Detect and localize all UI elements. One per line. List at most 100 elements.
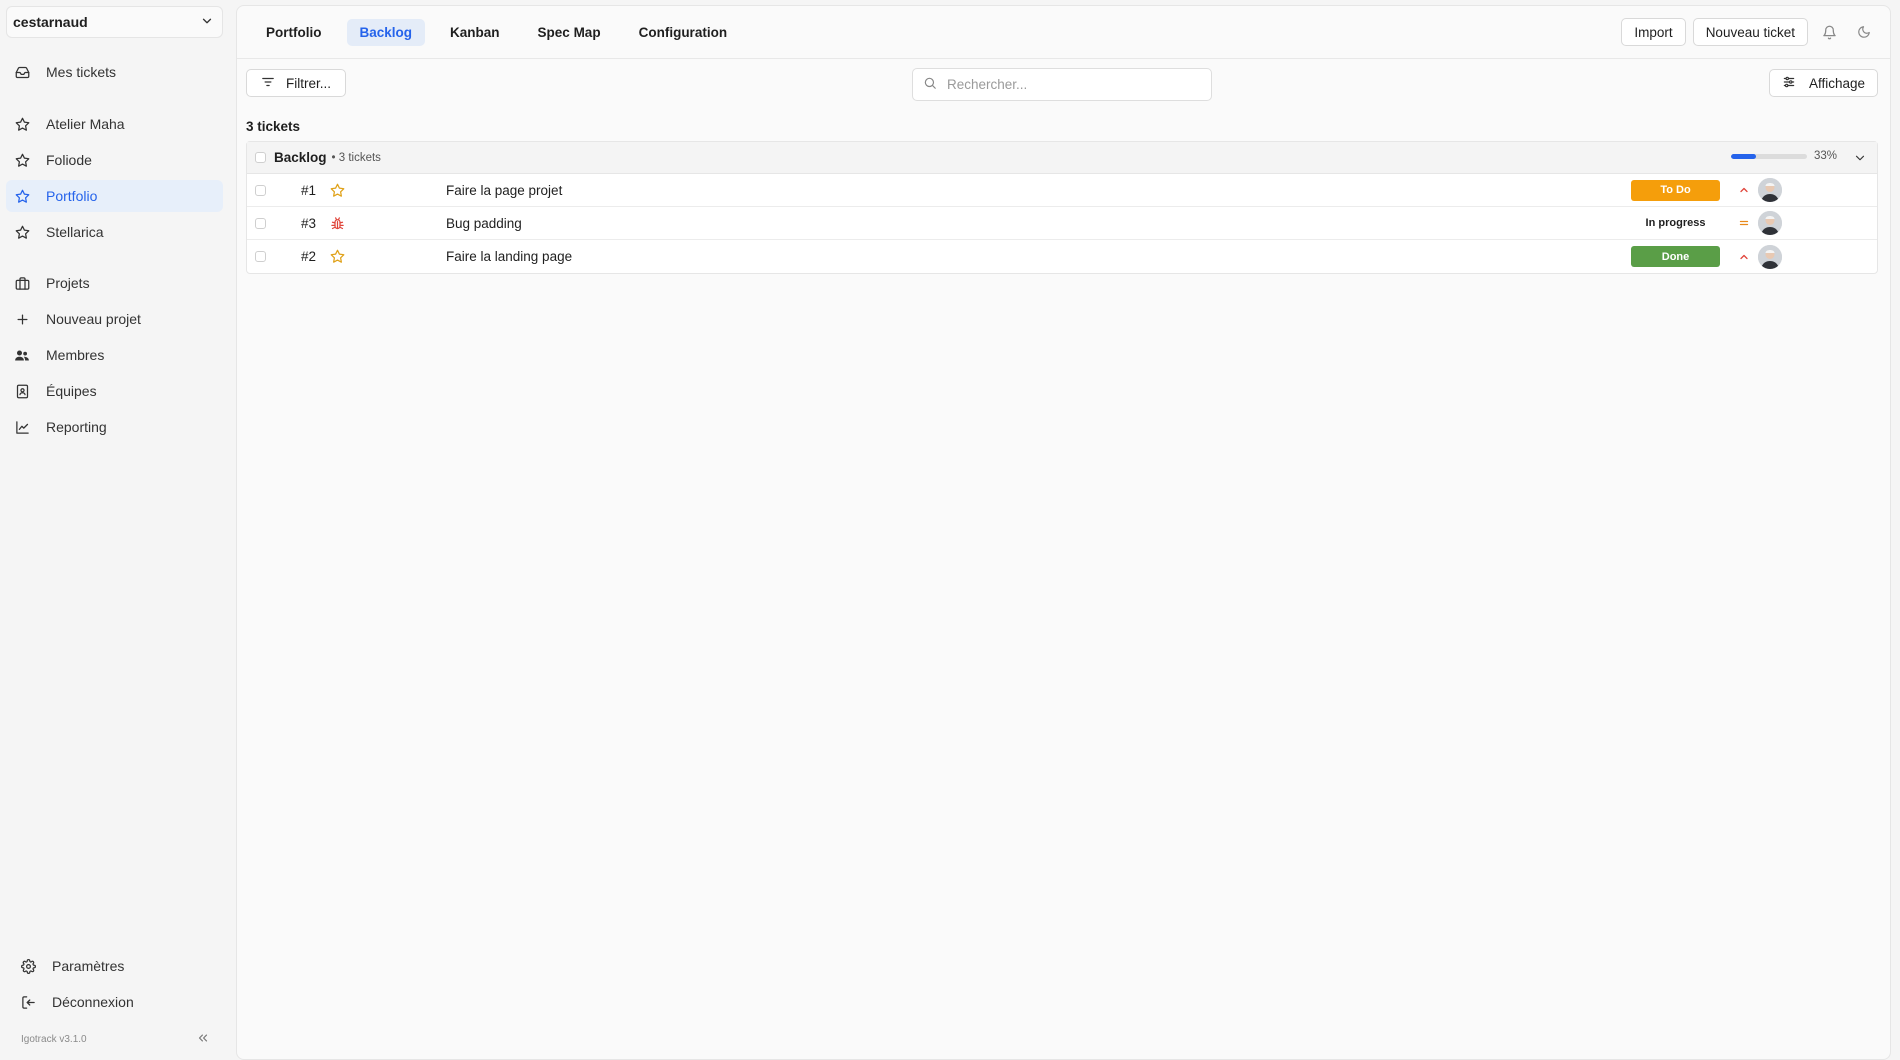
filter-button[interactable]: Filtrer... xyxy=(246,69,347,97)
header-actions: Import Nouveau ticket xyxy=(1621,18,1878,46)
tab-backlog[interactable]: Backlog xyxy=(346,18,426,46)
priority-medium-icon[interactable] xyxy=(1737,216,1751,230)
workspace-switcher[interactable]: cestarnaud xyxy=(6,6,223,38)
plus-icon xyxy=(14,311,30,327)
filter-icon xyxy=(261,75,275,92)
sidebar-item-parametres[interactable]: Paramètres xyxy=(12,950,222,982)
ticket-row[interactable]: #3 Bug padding In progress xyxy=(247,207,1877,240)
ticket-title: Bug padding xyxy=(446,215,522,231)
ticket-checkbox[interactable] xyxy=(255,251,266,262)
sidebar-item-mes-tickets[interactable]: Mes tickets xyxy=(6,56,223,88)
ticket-number: #1 xyxy=(300,182,316,198)
sidebar-admin: Projets Nouveau projet Membres Équipes R… xyxy=(6,267,223,443)
star-icon xyxy=(14,116,30,132)
star-icon xyxy=(326,182,348,198)
import-button[interactable]: Import xyxy=(1621,18,1686,46)
sidebar-item-label: Membres xyxy=(46,347,105,363)
bug-icon xyxy=(326,215,348,231)
status-badge[interactable]: Done xyxy=(1631,246,1720,267)
status-badge[interactable]: In progress xyxy=(1631,212,1720,234)
avatar[interactable] xyxy=(1758,211,1782,235)
sidebar-item-label: Déconnexion xyxy=(52,994,134,1010)
contacts-book-icon xyxy=(14,383,30,399)
sidebar-item-label: Nouveau projet xyxy=(46,311,141,327)
bell-icon[interactable] xyxy=(1815,18,1843,46)
line-chart-icon xyxy=(14,419,30,435)
gear-icon xyxy=(20,958,36,974)
priority-high-icon[interactable] xyxy=(1737,250,1751,264)
sidebar-favorites: Atelier Maha Foliode Portfolio Stellaric… xyxy=(6,108,223,248)
sidebar-item-label: Mes tickets xyxy=(46,64,117,80)
sidebar-item-label: Foliode xyxy=(46,152,92,168)
briefcase-icon xyxy=(14,275,30,291)
sidebar-item-foliode[interactable]: Foliode xyxy=(6,144,223,176)
sidebar-item-label: Reporting xyxy=(46,419,107,435)
group-progress: 33% xyxy=(1730,150,1837,162)
ticket-number: #2 xyxy=(300,249,316,264)
sidebar-item-label: Équipes xyxy=(46,383,97,399)
workspace-name: cestarnaud xyxy=(13,14,88,30)
sliders-icon xyxy=(1782,75,1796,92)
search-input[interactable] xyxy=(947,77,1187,92)
ticket-checkbox[interactable] xyxy=(255,217,266,229)
sidebar-item-equipes[interactable]: Équipes xyxy=(6,375,223,407)
ticket-checkbox[interactable] xyxy=(255,184,266,196)
search-icon xyxy=(923,76,937,93)
sidebar-item-deconnexion[interactable]: Déconnexion xyxy=(12,986,222,1018)
sidebar-item-label: Stellarica xyxy=(46,224,104,240)
ticket-row[interactable]: #2 Faire la landing page Done xyxy=(247,240,1877,273)
moon-icon[interactable] xyxy=(1850,18,1878,46)
sidebar-item-label: Atelier Maha xyxy=(46,116,125,132)
star-icon xyxy=(14,224,30,240)
priority-high-icon[interactable] xyxy=(1737,183,1751,197)
sidebar: cestarnaud Mes tickets Atelier Maha Foli… xyxy=(0,0,236,1060)
sidebar-item-portfolio[interactable]: Portfolio xyxy=(6,180,223,212)
backlog-toolbar: Filtrer... Affichage xyxy=(237,59,1890,107)
logout-icon xyxy=(20,994,36,1010)
new-ticket-button[interactable]: Nouveau ticket xyxy=(1692,18,1808,46)
sidebar-item-nouveau-projet[interactable]: Nouveau projet xyxy=(6,303,223,335)
chevron-down-icon xyxy=(200,14,214,31)
sidebar-bottom: Paramètres Déconnexion Igotrack v3.1.0 xyxy=(12,950,222,1060)
search-box xyxy=(912,68,1212,101)
sidebar-item-membres[interactable]: Membres xyxy=(6,339,223,371)
tab-configuration[interactable]: Configuration xyxy=(626,19,740,46)
ticket-count: 3 tickets xyxy=(246,119,301,134)
group-ticket-count: • 3 tickets xyxy=(331,151,381,164)
star-icon xyxy=(14,188,30,204)
tab-portfolio[interactable]: Portfolio xyxy=(253,19,335,46)
avatar[interactable] xyxy=(1758,244,1782,269)
sidebar-nav-top: Mes tickets xyxy=(6,56,223,88)
display-options-button[interactable]: Affichage xyxy=(1768,69,1878,97)
sidebar-item-atelier-maha[interactable]: Atelier Maha xyxy=(6,108,223,140)
sidebar-item-stellarica[interactable]: Stellarica xyxy=(6,216,223,248)
group-header: Backlog • 3 tickets 33% xyxy=(247,142,1877,174)
status-badge[interactable]: To Do xyxy=(1631,179,1720,201)
inbox-icon xyxy=(14,64,30,80)
ticket-title: Faire la landing page xyxy=(446,249,573,264)
sidebar-item-reporting[interactable]: Reporting xyxy=(6,411,223,443)
display-label: Affichage xyxy=(1808,75,1865,91)
tab-kanban[interactable]: Kanban xyxy=(437,19,513,46)
backlog-group: Backlog • 3 tickets 33% #1 Faire la page… xyxy=(246,141,1878,274)
app-version: Igotrack v3.1.0 xyxy=(21,1033,87,1045)
filter-label: Filtrer... xyxy=(286,75,332,91)
ticket-number: #3 xyxy=(300,215,316,231)
sidebar-item-label: Projets xyxy=(46,275,90,291)
star-icon xyxy=(14,152,30,168)
avatar[interactable] xyxy=(1758,178,1782,202)
progress-bar-fill xyxy=(1730,153,1757,159)
ticket-title: Faire la page projet xyxy=(446,182,563,198)
version-row: Igotrack v3.1.0 xyxy=(12,1018,222,1060)
star-icon xyxy=(326,249,348,265)
chevron-down-icon[interactable] xyxy=(1851,149,1869,167)
group-select-checkbox[interactable] xyxy=(255,152,266,163)
sidebar-item-label: Portfolio xyxy=(46,188,98,204)
collapse-sidebar-icon[interactable] xyxy=(196,1031,210,1048)
ticket-row[interactable]: #1 Faire la page projet To Do xyxy=(247,174,1877,207)
main-panel: Portfolio Backlog Kanban Spec Map Config… xyxy=(236,5,1891,1060)
tab-spec-map[interactable]: Spec Map xyxy=(525,19,614,46)
sidebar-item-projets[interactable]: Projets xyxy=(6,267,223,299)
view-tabs: Portfolio Backlog Kanban Spec Map Config… xyxy=(253,18,752,46)
progress-percent: 33% xyxy=(1813,150,1837,162)
